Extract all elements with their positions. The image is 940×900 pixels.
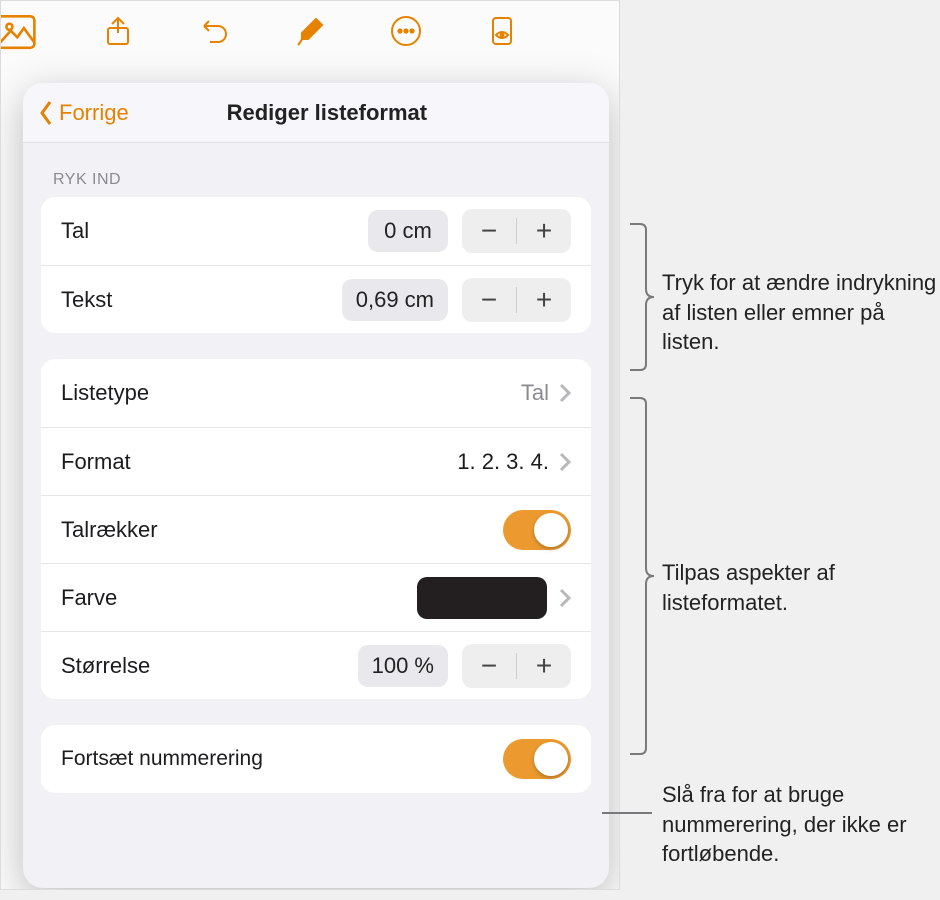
row-label: Listetype	[61, 380, 521, 406]
toolbar	[1, 1, 619, 61]
popover-header: Forrige Rediger listeformat	[23, 83, 609, 143]
callout-text: Tilpas aspekter af listeformatet.	[662, 558, 922, 617]
popover-title: Rediger listeformat	[59, 100, 595, 126]
callout-brace	[628, 222, 658, 377]
stepper-plus[interactable]: +	[517, 209, 571, 253]
row-listetype[interactable]: Listetype Tal	[41, 359, 591, 427]
row-label: Fortsæt nummerering	[61, 747, 503, 771]
indent-group: Tal 0 cm − + Tekst 0,69 cm − +	[41, 197, 591, 333]
tal-stepper: − +	[462, 209, 571, 253]
format-brush-icon[interactable]	[288, 9, 332, 53]
callout-text: Slå fra for at bruge nummerering, der ik…	[662, 780, 932, 869]
callout-brace	[628, 396, 658, 761]
callout-leader	[602, 812, 652, 814]
fortsaet-toggle[interactable]	[503, 739, 571, 779]
app-window: Forrige Rediger listeformat RYK IND Tal …	[0, 0, 620, 890]
row-label: Farve	[61, 585, 417, 611]
chevron-right-icon	[559, 452, 571, 472]
row-label: Tekst	[61, 287, 342, 313]
format-group: Listetype Tal Format 1. 2. 3. 4. Talrækk…	[41, 359, 591, 699]
talraekker-toggle[interactable]	[503, 510, 571, 550]
row-label: Format	[61, 449, 457, 475]
color-swatch	[417, 577, 547, 619]
photos-icon[interactable]	[0, 11, 37, 53]
section-header-indent: RYK IND	[23, 143, 609, 197]
tekst-value[interactable]: 0,69 cm	[342, 279, 448, 321]
tekst-stepper: − +	[462, 278, 571, 322]
stepper-minus[interactable]: −	[462, 278, 516, 322]
row-tal-indent: Tal 0 cm − +	[41, 197, 591, 265]
row-fortsaet: Fortsæt nummerering	[41, 725, 591, 793]
row-farve[interactable]: Farve	[41, 563, 591, 631]
row-label: Talrækker	[61, 517, 503, 543]
tal-value[interactable]: 0 cm	[368, 210, 448, 252]
chevron-right-icon	[559, 383, 571, 403]
row-label: Størrelse	[61, 653, 358, 679]
stoerrelse-value[interactable]: 100 %	[358, 645, 448, 687]
more-icon[interactable]	[384, 9, 428, 53]
chevron-right-icon	[559, 588, 571, 608]
format-popover: Forrige Rediger listeformat RYK IND Tal …	[23, 83, 609, 888]
stepper-minus[interactable]: −	[462, 644, 516, 688]
listetype-value: Tal	[521, 380, 549, 406]
row-stoerrelse: Størrelse 100 % − +	[41, 631, 591, 699]
continue-group: Fortsæt nummerering	[41, 725, 591, 793]
undo-icon[interactable]	[192, 9, 236, 53]
format-value: 1. 2. 3. 4.	[457, 449, 549, 475]
callout-text: Tryk for at ændre indrykning af listen e…	[662, 268, 937, 357]
row-label: Tal	[61, 218, 368, 244]
row-talraekker: Talrækker	[41, 495, 591, 563]
row-format[interactable]: Format 1. 2. 3. 4.	[41, 427, 591, 495]
share-icon[interactable]	[96, 9, 140, 53]
stepper-minus[interactable]: −	[462, 209, 516, 253]
stoerrelse-stepper: − +	[462, 644, 571, 688]
stepper-plus[interactable]: +	[517, 644, 571, 688]
document-view-icon[interactable]	[480, 9, 524, 53]
stepper-plus[interactable]: +	[517, 278, 571, 322]
popover-pointer	[391, 83, 423, 87]
row-tekst-indent: Tekst 0,69 cm − +	[41, 265, 591, 333]
